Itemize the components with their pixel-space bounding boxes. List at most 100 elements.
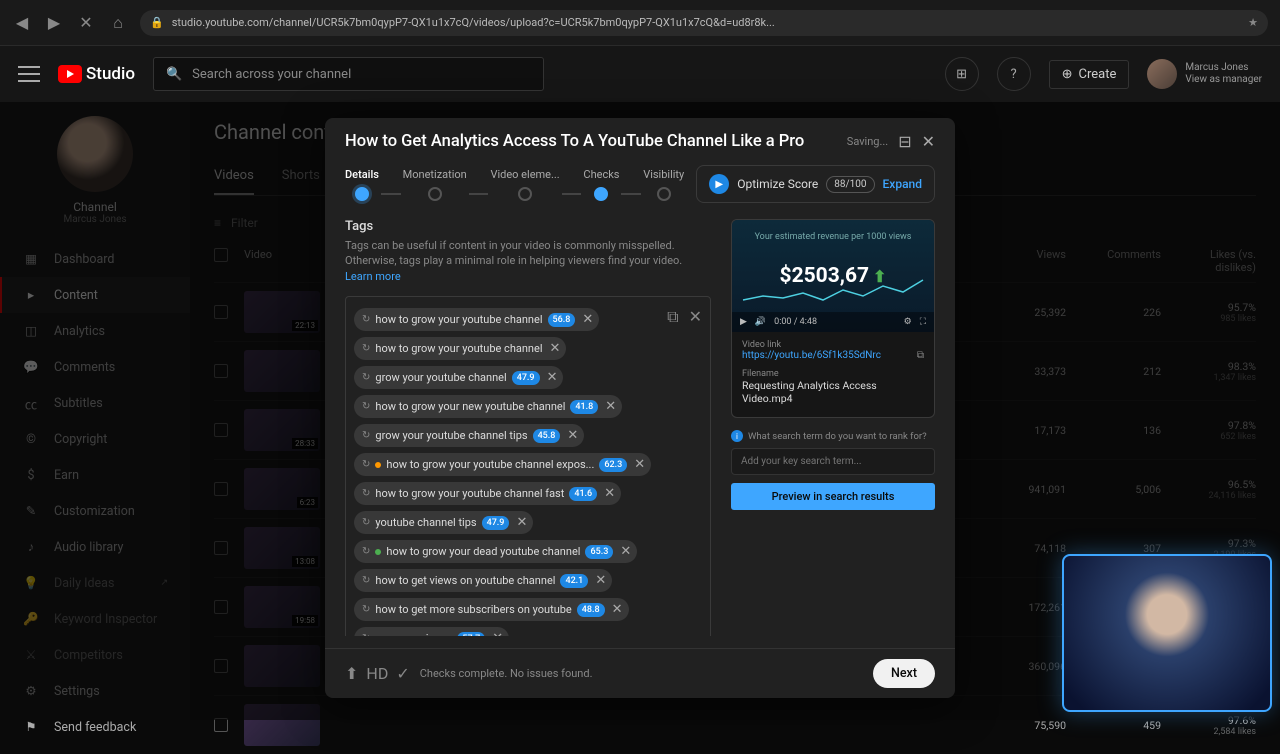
url-bar[interactable]: 🔒 studio.youtube.com/channel/UCR5k7bm0qy… [140,10,1268,36]
url-text: studio.youtube.com/channel/UCR5k7bm0qypP… [172,16,1240,29]
volume-icon[interactable]: 🔊 [755,317,766,327]
revenue-label: Your estimated revenue per 1000 views [755,232,912,242]
back-button[interactable]: ◀ [12,13,32,33]
row-checkbox[interactable] [214,718,228,732]
studio-header: Studio 🔍 Search across your channel ⊞ ? … [0,46,1280,102]
remove-tag-icon[interactable]: ✕ [595,573,606,588]
tag-chip[interactable]: ↻how to grow your new youtube channel41.… [354,395,622,418]
tag-chip[interactable]: ↻grow your youtube channel47.9✕ [354,366,563,389]
refresh-icon[interactable]: ↻ [362,401,370,412]
account-chip[interactable]: Marcus Jones View as manager [1147,59,1262,89]
studio-logo[interactable]: Studio [58,64,135,84]
optimize-icon: ▶ [709,174,729,194]
tags-description: Tags can be useful if content in your vi… [345,238,711,284]
upload-modal: How to Get Analytics Access To A YouTube… [325,118,955,698]
refresh-icon[interactable]: ↻ [362,546,370,557]
saving-status: Saving... [847,135,888,148]
tag-chip[interactable]: ↻how to grow your youtube channel✕ [354,337,566,360]
optimize-score: 88/100 [826,176,874,193]
status-dot-icon [375,462,381,468]
close-icon[interactable]: ✕ [922,132,935,151]
lock-icon: 🔒 [150,16,164,29]
search-term-input[interactable] [731,448,935,475]
stop-button[interactable]: ✕ [76,13,96,33]
tag-chip[interactable]: ↻how to get views on youtube channel42.1… [354,569,612,592]
create-button[interactable]: ⊕ Create [1049,60,1130,89]
copy-tags-icon[interactable]: ⧉ [667,307,678,327]
clear-tags-icon[interactable]: ✕ [689,307,702,327]
video-link[interactable]: https://youtu.be/6Sf1k35SdNrc [742,350,924,361]
filename-label: Filename [742,369,924,379]
bookmark-star-icon[interactable]: ★ [1248,16,1258,29]
remove-tag-icon[interactable]: ✕ [492,631,503,636]
step-details[interactable]: Details [345,168,379,201]
search-term-prompt: i What search term do you want to rank f… [731,430,935,442]
upload-stepper: Details Monetization Video eleme... Chec… [325,165,955,219]
play-icon[interactable]: ▶ [740,317,747,327]
modal-footer: ⬆ HD ✓ Checks complete. No issues found.… [325,648,955,698]
fullscreen-icon[interactable]: ⛶ [920,317,926,327]
help-button[interactable]: ? [997,57,1031,91]
copy-link-icon[interactable]: ⧉ [917,350,924,361]
dashboard-icon-button[interactable]: ⊞ [945,57,979,91]
cell-comments: 459 [1076,719,1161,732]
tag-score-badge: 65.3 [585,545,613,559]
tag-chip[interactable]: ↻how to get more subscribers on youtube4… [354,598,629,621]
remove-tag-icon[interactable]: ✕ [605,399,616,414]
remove-tag-icon[interactable]: ✕ [516,515,527,530]
tags-title: Tags [345,219,711,234]
refresh-icon[interactable]: ↻ [362,430,370,441]
preview-thumbnail[interactable]: Your estimated revenue per 1000 views $2… [732,220,934,332]
next-button[interactable]: Next [873,659,935,688]
refresh-icon[interactable]: ↻ [362,604,370,615]
search-placeholder: Search across your channel [192,67,351,82]
optimize-pill[interactable]: ▶ Optimize Score 88/100 Expand [696,165,935,203]
settings-icon[interactable]: ⚙ [904,317,912,327]
tag-score-badge: 41.6 [569,487,597,501]
video-link-label: Video link [742,340,924,350]
home-button[interactable]: ⌂ [108,13,128,33]
step-visibility[interactable]: Visibility [643,168,684,201]
refresh-icon[interactable]: ↻ [362,517,370,528]
tag-chip[interactable]: ↻how to grow your youtube channel56.8✕ [354,308,599,331]
tag-score-badge: 62.3 [599,458,627,472]
remove-tag-icon[interactable]: ✕ [582,312,593,327]
refresh-icon[interactable]: ↻ [362,459,370,470]
preview-search-button[interactable]: Preview in search results [731,483,935,510]
step-monetization[interactable]: Monetization [403,168,467,201]
tag-chip[interactable]: ↻how to grow your youtube channel expos.… [354,453,651,476]
refresh-icon[interactable]: ↻ [362,314,370,325]
optimize-expand[interactable]: Expand [883,177,922,191]
refresh-icon[interactable]: ↻ [362,488,370,499]
refresh-icon[interactable]: ↻ [362,633,370,636]
search-input[interactable]: 🔍 Search across your channel [153,57,544,91]
refresh-icon[interactable]: ↻ [362,575,370,586]
remove-tag-icon[interactable]: ✕ [550,341,561,356]
tag-chip[interactable]: ↻how to grow your dead youtube channel65… [354,540,637,563]
tag-chip[interactable]: ↻youtube channel tips47.9✕ [354,511,533,534]
tag-text: how to grow your youtube channel [375,313,542,326]
brand-text: Studio [86,64,135,84]
remove-tag-icon[interactable]: ✕ [634,457,645,472]
tag-chip[interactable]: ↻how to grow your youtube channel fast41… [354,482,621,505]
remove-tag-icon[interactable]: ✕ [567,428,578,443]
step-checks[interactable]: Checks [583,168,619,201]
refresh-icon[interactable]: ↻ [362,343,370,354]
webcam-overlay [1062,554,1272,712]
tags-input-box[interactable]: ⧉ ✕ ↻how to grow your youtube channel56.… [345,296,711,636]
optimize-label: Optimize Score [737,177,818,191]
forward-button[interactable]: ▶ [44,13,64,33]
remove-tag-icon[interactable]: ✕ [620,544,631,559]
remove-tag-icon[interactable]: ✕ [604,486,615,501]
remove-tag-icon[interactable]: ✕ [612,602,623,617]
step-video-elements[interactable]: Video eleme... [490,168,559,201]
feedback-icon[interactable]: ⊟ [898,132,911,151]
learn-more-link[interactable]: Learn more [345,270,401,283]
remove-tag-icon[interactable]: ✕ [547,370,558,385]
refresh-icon[interactable]: ↻ [362,372,370,383]
tag-chip[interactable]: ↻marcus jones57.7✕ [354,627,509,636]
tag-score-badge: 47.9 [482,516,510,530]
tag-chip[interactable]: ↻grow your youtube channel tips45.8✕ [354,424,584,447]
tag-score-badge: 47.9 [512,371,540,385]
hamburger-icon[interactable] [18,66,40,82]
